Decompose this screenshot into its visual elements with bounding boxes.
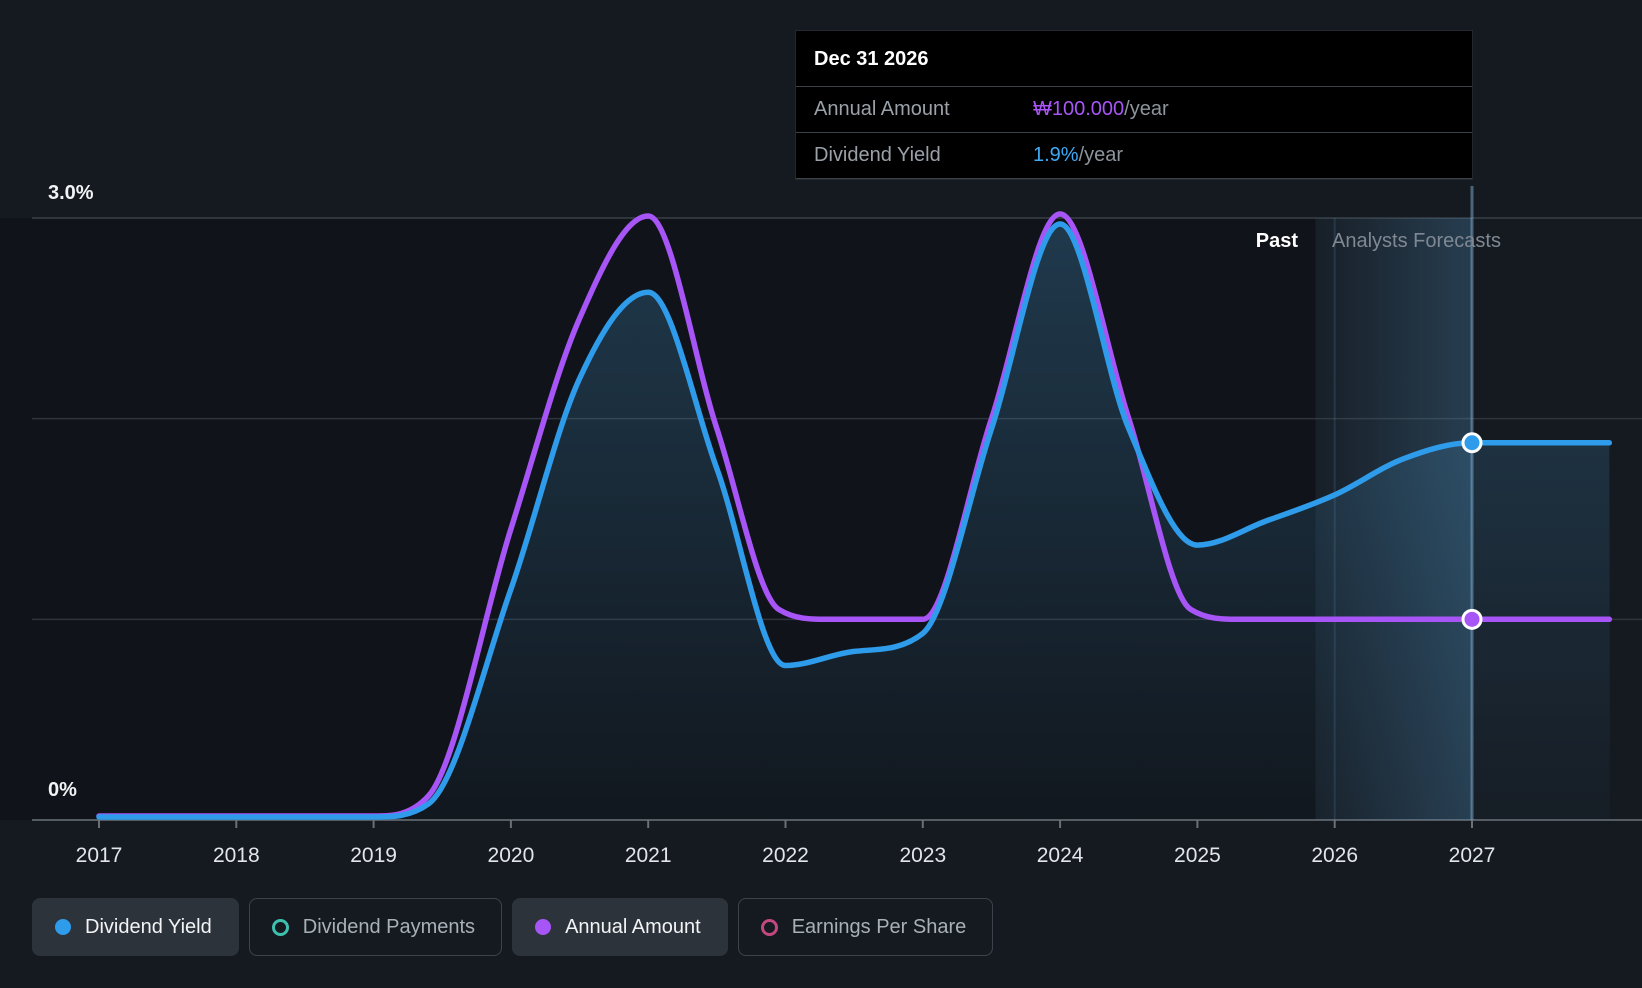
legend-button-earnings-per-share[interactable]: Earnings Per Share: [737, 898, 994, 956]
dividend-payments-ring-icon: [271, 918, 289, 936]
tooltip-value-suffix: /year: [1124, 98, 1169, 120]
x-tick-label-2021: 2021: [625, 844, 672, 867]
x-tick-label-2026: 2026: [1311, 844, 1358, 867]
dividend-yield-dot-icon: [55, 919, 71, 935]
tooltip-value: ₩100.000: [1033, 98, 1125, 120]
annual-amount-marker[interactable]: [1461, 608, 1483, 630]
chart-tooltip: Dec 31 2026 Annual Amount ₩100.000/year …: [795, 30, 1473, 180]
past-region-label: Past: [1255, 230, 1298, 252]
legend-button-annual-amount[interactable]: Annual Amount: [512, 898, 728, 956]
legend-button-dividend-payments[interactable]: Dividend Payments: [248, 898, 503, 956]
tooltip-date: Dec 31 2026: [796, 31, 1472, 87]
annual-amount-dot-icon: [535, 919, 552, 935]
x-tick-label-2018: 2018: [213, 844, 260, 867]
x-tick-label-2023: 2023: [899, 844, 946, 867]
legend-label: Dividend Payments: [302, 915, 476, 938]
dividend-yield-marker[interactable]: [1461, 432, 1483, 454]
tooltip-row-dividend-yield: Dividend Yield 1.9%/year: [796, 133, 1472, 179]
y-axis-zero-label: 0%: [48, 779, 77, 801]
legend-label: Annual Amount: [565, 915, 701, 938]
x-tick-label-2017: 2017: [76, 844, 123, 867]
x-tick-label-2022: 2022: [762, 844, 809, 867]
y-axis-top-label: 3.0%: [48, 182, 94, 204]
x-tick-label-2019: 2019: [350, 844, 397, 867]
x-tick-label-2020: 2020: [488, 844, 535, 867]
tooltip-value: 1.9%: [1033, 144, 1079, 166]
analysts-forecasts-region-label: Analysts Forecasts: [1332, 230, 1501, 252]
earnings-per-share-ring-icon: [760, 918, 778, 936]
legend-label: Dividend Yield: [85, 915, 212, 938]
forecast-highlight-band: [1315, 218, 1472, 820]
chart-legend: Dividend Yield Dividend Payments Annual …: [32, 898, 994, 956]
x-tick-label-2025: 2025: [1174, 844, 1221, 867]
tooltip-label: Annual Amount: [814, 98, 950, 120]
tooltip-label: Dividend Yield: [814, 144, 941, 166]
tooltip-row-annual-amount: Annual Amount ₩100.000/year: [796, 87, 1472, 133]
x-tick-label-2024: 2024: [1037, 844, 1084, 867]
legend-label: Earnings Per Share: [791, 915, 967, 938]
x-tick-label-2027: 2027: [1449, 844, 1496, 867]
dividend-history-chart-panel: 2017 2018 2019 2020 2021 2022 2023 2024 2025 2026…: [0, 0, 1642, 988]
legend-button-dividend-yield[interactable]: Dividend Yield: [32, 898, 239, 956]
tooltip-value-suffix: /year: [1078, 144, 1124, 166]
